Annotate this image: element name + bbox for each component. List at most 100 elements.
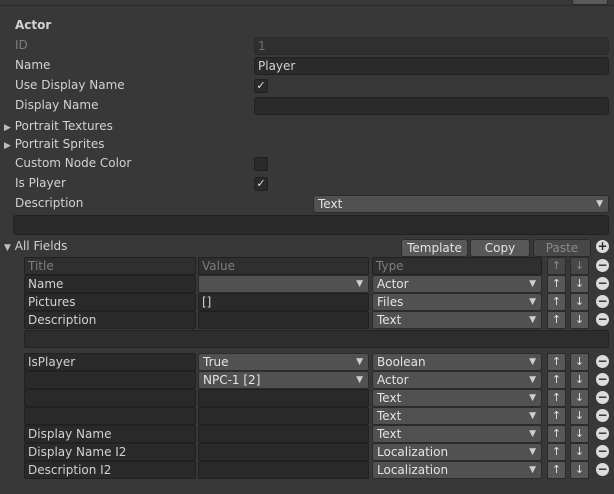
move-down-button[interactable]: ↓: [570, 407, 589, 425]
field-value-input[interactable]: [198, 425, 369, 443]
field-value-input[interactable]: [198, 311, 369, 329]
remove-field-icon[interactable]: −: [596, 295, 609, 308]
field-type-dropdown[interactable]: Files ▼: [372, 293, 542, 311]
dropdown-arrow-icon: ▼: [356, 357, 363, 367]
id-label: ID: [15, 38, 28, 52]
description-type-value: Text: [318, 197, 343, 211]
dropdown-arrow-icon: ▼: [529, 297, 536, 307]
remove-field-icon[interactable]: −: [596, 445, 609, 458]
field-type-dropdown[interactable]: Actor ▼: [372, 275, 542, 293]
paste-button[interactable]: Paste: [533, 239, 591, 257]
name-field[interactable]: Player: [254, 57, 609, 75]
move-down-button[interactable]: ↓: [570, 425, 589, 443]
remove-field-icon[interactable]: −: [596, 373, 609, 386]
field-value-input[interactable]: [198, 407, 369, 425]
field-type-dropdown[interactable]: Text ▼: [372, 389, 542, 407]
field-value-dropdown[interactable]: NPC-1 [2] ▼: [198, 371, 369, 389]
move-up-button[interactable]: ↑: [547, 371, 566, 389]
remove-field-icon[interactable]: −: [596, 427, 609, 440]
remove-field-icon[interactable]: −: [596, 463, 609, 476]
move-up-button[interactable]: ↑: [547, 389, 566, 407]
field-title-input[interactable]: [24, 389, 196, 407]
move-up-button[interactable]: ↑: [547, 275, 566, 293]
move-down-button[interactable]: ↓: [570, 443, 589, 461]
move-up-button[interactable]: ↑: [547, 407, 566, 425]
field-value-input[interactable]: []: [198, 293, 369, 311]
field-type-text: Actor: [377, 277, 409, 291]
template-button[interactable]: Template: [401, 239, 468, 257]
remove-field-icon[interactable]: −: [596, 277, 609, 290]
field-value-input[interactable]: [198, 389, 369, 407]
field-title-input[interactable]: IsPlayer: [24, 353, 196, 371]
group-separator: [24, 330, 609, 348]
field-title-input[interactable]: Display Name: [24, 425, 196, 443]
portrait-sprites-label: Portrait Sprites: [14, 137, 105, 151]
triangle-right-icon: ▶: [4, 123, 11, 133]
move-up-button[interactable]: ↑: [547, 425, 566, 443]
field-title-input[interactable]: [24, 407, 196, 425]
field-type-text: Text: [377, 313, 402, 327]
field-title-input[interactable]: [24, 371, 196, 389]
dropdown-arrow-icon: ▼: [529, 357, 536, 367]
field-value-dropdown[interactable]: True ▼: [198, 353, 369, 371]
dropdown-arrow-icon: ▼: [529, 393, 536, 403]
move-up-button[interactable]: ↑: [547, 293, 566, 311]
all-fields-foldout[interactable]: ▼ All Fields: [4, 237, 67, 255]
remove-icon[interactable]: −: [596, 259, 609, 272]
add-field-icon[interactable]: +: [596, 240, 609, 253]
field-type-text: Files: [377, 295, 404, 309]
field-type-dropdown[interactable]: Localization ▼: [372, 461, 542, 479]
move-down-button[interactable]: ↓: [570, 371, 589, 389]
portrait-textures-foldout[interactable]: ▶ Portrait Textures: [4, 117, 113, 135]
remove-field-icon[interactable]: −: [596, 391, 609, 404]
move-up-button[interactable]: ↑: [547, 353, 566, 371]
field-value-text: NPC-1 [2]: [203, 373, 261, 387]
move-down-button[interactable]: ↓: [570, 275, 589, 293]
dropdown-arrow-icon: ▼: [529, 465, 536, 475]
field-type-dropdown[interactable]: Actor ▼: [372, 371, 542, 389]
top-toolbar-button[interactable]: [572, 0, 608, 5]
move-down-button[interactable]: ↓: [570, 461, 589, 479]
field-title-input[interactable]: Display Name I2: [24, 443, 196, 461]
is-player-checkbox[interactable]: ✓: [254, 177, 268, 191]
custom-node-color-checkbox[interactable]: [254, 157, 268, 171]
move-down-button[interactable]: ↓: [570, 311, 589, 329]
move-down-button[interactable]: ↓: [570, 389, 589, 407]
display-name-field[interactable]: [254, 97, 609, 115]
field-title-input[interactable]: Description I2: [24, 461, 196, 479]
move-down-button[interactable]: ↓: [570, 293, 589, 311]
field-title-input[interactable]: Pictures: [24, 293, 196, 311]
field-value-dropdown[interactable]: ▼: [198, 275, 369, 293]
move-up-button[interactable]: ↑: [547, 257, 566, 275]
remove-field-icon[interactable]: −: [596, 355, 609, 368]
remove-field-icon[interactable]: −: [596, 409, 609, 422]
portrait-sprites-foldout[interactable]: ▶ Portrait Sprites: [4, 135, 105, 153]
field-title-input[interactable]: Name: [24, 275, 196, 293]
dropdown-arrow-icon: ▼: [529, 315, 536, 325]
move-down-button[interactable]: ↓: [570, 353, 589, 371]
field-type-dropdown[interactable]: Text ▼: [372, 311, 542, 329]
field-type-dropdown[interactable]: Text ▼: [372, 425, 542, 443]
move-up-button[interactable]: ↑: [547, 443, 566, 461]
field-type-dropdown[interactable]: Boolean ▼: [372, 353, 542, 371]
move-up-button[interactable]: ↑: [547, 461, 566, 479]
field-value-input[interactable]: [198, 461, 369, 479]
description-textarea[interactable]: [13, 215, 609, 235]
remove-field-icon[interactable]: −: [596, 313, 609, 326]
move-down-button[interactable]: ↓: [570, 257, 589, 275]
field-type-text: Actor: [377, 373, 409, 387]
all-fields-label: All Fields: [14, 239, 68, 253]
value-column-header: Value: [198, 257, 369, 275]
field-type-text: Text: [377, 409, 402, 423]
type-column-header: Type: [372, 257, 542, 275]
top-edge: [0, 0, 614, 6]
copy-button[interactable]: Copy: [470, 239, 530, 257]
description-type-dropdown[interactable]: Text ▼: [313, 195, 609, 213]
use-display-name-checkbox[interactable]: ✓: [254, 79, 268, 93]
field-type-dropdown[interactable]: Text ▼: [372, 407, 542, 425]
display-name-label: Display Name: [15, 98, 99, 112]
field-type-dropdown[interactable]: Localization ▼: [372, 443, 542, 461]
move-up-button[interactable]: ↑: [547, 311, 566, 329]
field-title-input[interactable]: Description: [24, 311, 196, 329]
field-value-input[interactable]: [198, 443, 369, 461]
